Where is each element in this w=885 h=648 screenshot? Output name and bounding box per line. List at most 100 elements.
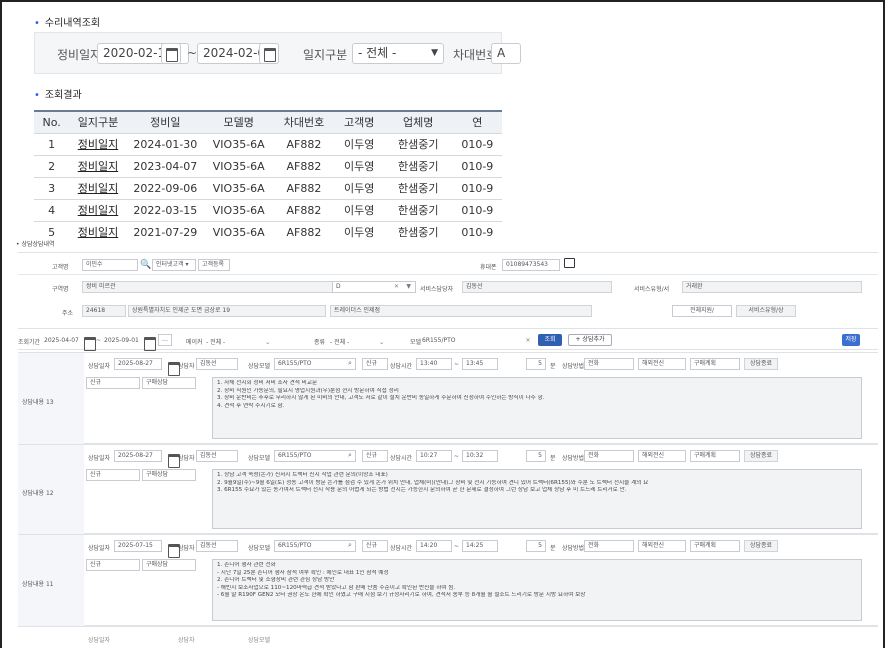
consult-end-button[interactable]: 상담종료 <box>744 450 778 462</box>
table-row[interactable]: 3 정비일지 2022-09-06 VIO35-6A AF882 이두영 한샘중기 010-9 <box>34 177 502 200</box>
consult-model-input[interactable]: 6R155/PTO <box>274 358 356 370</box>
log-type-label: 일지구분 <box>303 48 348 62</box>
address2-input[interactable]: 트레이더스 인제점 <box>330 305 592 317</box>
time-to-input[interactable]: 10:32 <box>462 450 498 462</box>
maker-label: 메이커 <box>186 339 203 346</box>
log-type-link[interactable]: 정비일지 <box>69 199 127 222</box>
category1-select[interactable]: 신규 <box>86 469 140 481</box>
overseas-select[interactable]: 해외전신 <box>638 450 686 462</box>
search-icon[interactable]: ⌕ <box>348 451 352 460</box>
address-label: 주소 <box>62 310 74 317</box>
consult-date-input[interactable]: 2025-08-27 <box>114 450 162 462</box>
calendar-icon[interactable] <box>80 333 96 351</box>
purchase-plan-select[interactable]: 구매계획 <box>690 358 740 370</box>
time-from-input[interactable]: 10:27 <box>416 450 452 462</box>
consult-notes[interactable]: 1. 자체 전시회 정비 서비 조사 견적 비교문 2. 장비 직원인 가동문의,… <box>212 377 862 439</box>
save-button[interactable]: 저장 <box>842 334 860 346</box>
category1-select[interactable]: 신규 <box>86 377 140 389</box>
purchase-plan-select[interactable]: 구매계획 <box>690 540 740 552</box>
table-cell: AF882 <box>273 221 335 242</box>
consult-model-input[interactable]: 6R155/PTO <box>274 450 356 462</box>
manager-input[interactable]: 김동선 <box>462 281 612 293</box>
minutes-input[interactable]: 5 <box>526 540 546 552</box>
consult-method-select[interactable]: 전화 <box>584 450 634 462</box>
customer-register-button[interactable]: 고객등록 <box>198 259 230 271</box>
center-select[interactable]: D ✕ ▼ <box>332 281 416 293</box>
address1-input[interactable]: 상원특별자치도 인제군 도면 금상로 19 <box>128 305 326 317</box>
add-consult-button[interactable]: + 상담추가 <box>568 334 612 346</box>
table-cell: 이두영 <box>334 133 384 156</box>
minutes-input[interactable]: 5 <box>526 358 546 370</box>
time-from-input[interactable]: 13:40 <box>416 358 452 370</box>
customer-input[interactable]: 이민수 <box>82 259 138 271</box>
overseas-select[interactable]: 해외전신 <box>638 358 686 370</box>
maker-select[interactable]: - 전체 - ⌄ <box>206 337 270 346</box>
minutes-input[interactable]: 5 <box>526 450 546 462</box>
time-to-input[interactable]: 13:45 <box>462 358 498 370</box>
time-to-input[interactable]: 14:25 <box>462 540 498 552</box>
log-type-select[interactable]: - 전체 - ▼ <box>352 43 444 64</box>
table-row[interactable]: 5 정비일지 2021-07-29 VIO35-6A AF882 이두영 한샘중기 010-9 <box>34 221 502 242</box>
consult-date-input[interactable]: 2025-07-15 <box>114 540 162 552</box>
query-button[interactable]: 조회 <box>538 334 562 346</box>
overseas-select[interactable]: 해외전신 <box>638 540 686 552</box>
new-select[interactable]: 신규 <box>362 450 388 462</box>
table-row[interactable]: 2 정비일지 2023-04-07 VIO35-6A AF882 이두영 한샘중기 010-9 <box>34 155 502 178</box>
service-type-input[interactable]: 거래완 <box>682 281 862 293</box>
consult-method-select[interactable]: 전화 <box>584 540 634 552</box>
new-select[interactable]: 신규 <box>362 358 388 370</box>
search-icon[interactable]: ⌕ <box>348 541 352 550</box>
calendar-icon[interactable] <box>140 333 156 351</box>
purchase-plan-select[interactable]: 구매계획 <box>690 450 740 462</box>
period-to[interactable]: 2025-09-01 <box>104 337 139 344</box>
calendar-icon[interactable] <box>164 450 180 468</box>
new-select[interactable]: 신규 <box>362 540 388 552</box>
service-type-button[interactable]: 서비스유형/상 <box>736 305 796 317</box>
online-customer-select[interactable]: 인터넷고객 ▾ <box>152 259 196 271</box>
time-from-input[interactable]: 14:20 <box>416 540 452 552</box>
consultant-input[interactable]: 김동선 <box>196 540 238 552</box>
consultant-input[interactable]: 김동선 <box>196 450 238 462</box>
phone-input[interactable]: 01089473543 <box>502 259 560 271</box>
log-type-link[interactable]: 정비일지 <box>69 133 127 156</box>
table-row[interactable]: 1 정비일지 2024-01-30 VIO35-6A AF882 이두영 한샘중기 010-9 <box>34 133 502 156</box>
consult-end-button[interactable]: 상담종료 <box>744 358 778 370</box>
model-select[interactable]: 6R155/PTO✕⌄ <box>422 337 542 344</box>
clear-icon[interactable]: ✕ <box>394 282 399 292</box>
calendar-icon[interactable] <box>161 43 181 64</box>
company-input[interactable]: 쌍비 미르관 <box>82 281 346 293</box>
category1-select[interactable]: 신규 <box>86 559 140 571</box>
period-from[interactable]: 2025-04-07 <box>44 337 79 344</box>
kind-label: 종류 <box>314 339 326 346</box>
table-cell: 한샘중기 <box>383 133 453 156</box>
table-row[interactable]: 4 정비일지 2022-03-15 VIO35-6A AF882 이두영 한샘중기 010-9 <box>34 199 502 222</box>
phone-icon[interactable] <box>564 258 575 268</box>
calendar-icon[interactable] <box>164 540 180 558</box>
log-type-link[interactable]: 정비일지 <box>69 177 127 200</box>
clear-icon[interactable]: ✕ <box>525 337 530 344</box>
calendar-icon[interactable] <box>259 43 279 64</box>
consultant-input[interactable]: 김동선 <box>196 358 238 370</box>
category2-select[interactable]: 구매상담 <box>142 469 196 481</box>
consult-model-input[interactable]: 6R155/PTO <box>274 540 356 552</box>
kind-select[interactable]: - 전체 - ⌄ <box>330 337 384 346</box>
consult-notes[interactable]: 1. 상담 고객 속성(논가) 신서지 트랙터 신시 작업 관련 문의(이앙조 … <box>212 469 862 529</box>
log-type-link[interactable]: 정비일지 <box>69 221 127 242</box>
search-icon[interactable]: ⌕ <box>348 359 352 368</box>
consult-method-select[interactable]: 전화 <box>584 358 634 370</box>
calendar-icon[interactable] <box>164 358 180 376</box>
category2-select[interactable]: 구매상담 <box>142 377 196 389</box>
search-icon[interactable]: 🔍 <box>140 260 151 270</box>
category2-select[interactable]: 구매상담 <box>142 559 196 571</box>
consult-date-input[interactable]: 2025-08-27 <box>114 358 162 370</box>
support-all-button[interactable]: 전체지원/ <box>672 305 732 317</box>
consult-notes[interactable]: 1. 존디어 행사 관련 전화 - 지난 7일 25분 존디어 행사 참석 여부… <box>212 559 862 621</box>
minutes-unit: 분 <box>550 545 556 552</box>
more-button[interactable]: … <box>158 334 172 346</box>
manager-label: 서비스담당자 <box>420 286 454 293</box>
table-cell: AF882 <box>273 177 335 200</box>
chassis-no-input[interactable]: A <box>491 43 521 64</box>
log-type-link[interactable]: 정비일지 <box>69 155 127 178</box>
consult-end-button[interactable]: 상담종료 <box>744 540 778 552</box>
zipcode-input[interactable]: 24618 <box>82 305 126 317</box>
